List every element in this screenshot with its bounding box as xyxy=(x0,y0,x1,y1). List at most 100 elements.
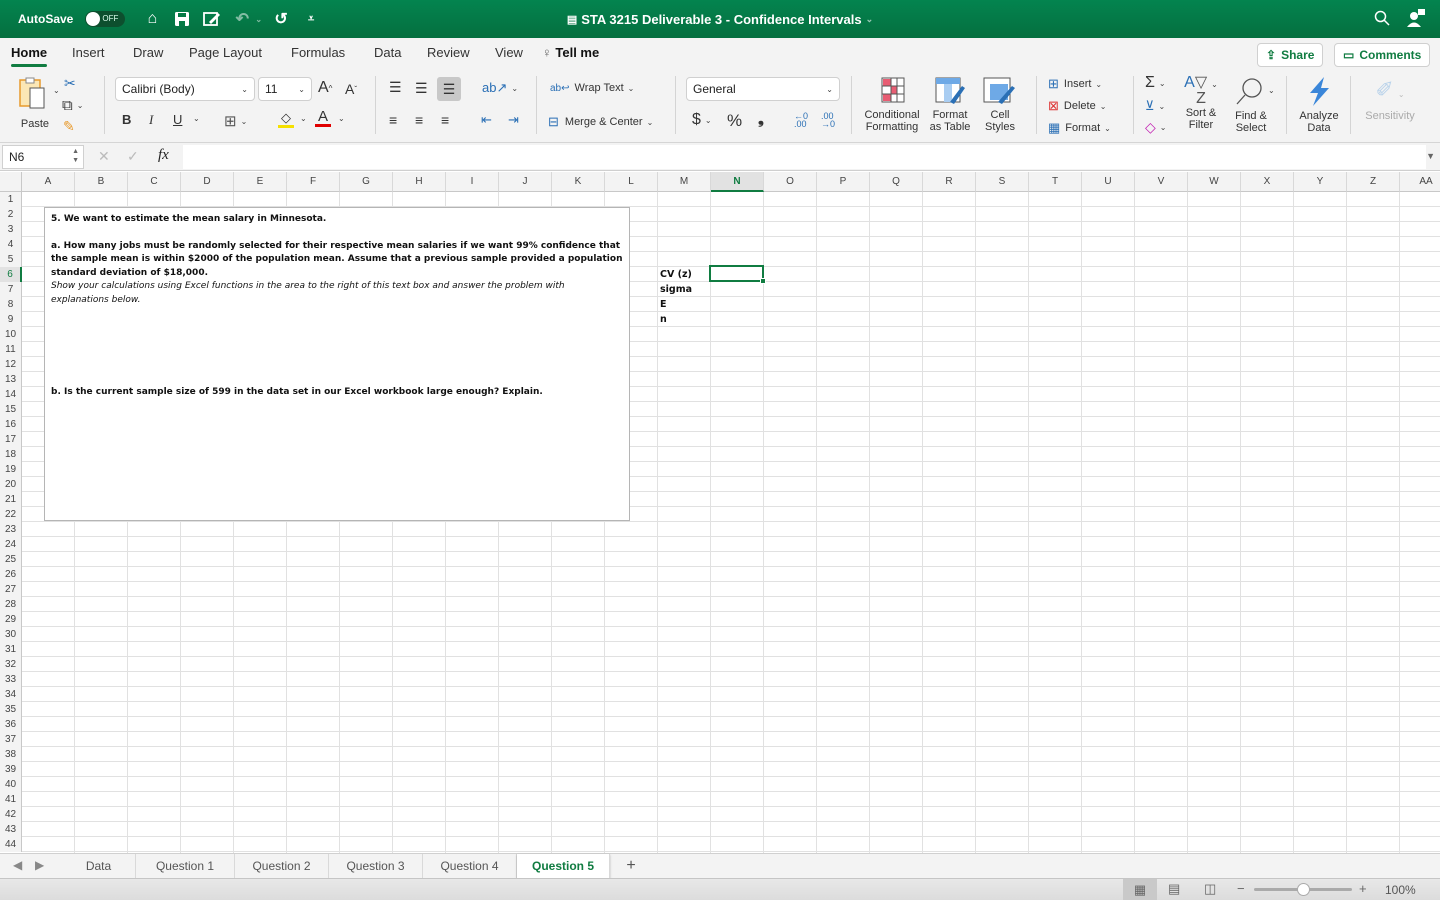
column-header-z[interactable]: Z xyxy=(1347,172,1400,192)
row-header-6[interactable]: 6 xyxy=(0,267,22,282)
format-painter-icon[interactable]: ✎ xyxy=(63,118,75,135)
decrease-indent-icon[interactable]: ⇤ xyxy=(481,112,492,128)
sensitivity-button[interactable]: ✐ ⌄ Sensitivity xyxy=(1358,76,1422,122)
row-header-10[interactable]: 10 xyxy=(0,327,22,342)
row-header-24[interactable]: 24 xyxy=(0,537,22,552)
row-header-23[interactable]: 23 xyxy=(0,522,22,537)
paste-dropdown-icon[interactable]: ⌄ xyxy=(49,86,60,95)
row-header-16[interactable]: 16 xyxy=(0,417,22,432)
format-cells-button[interactable]: ▦ Format ⌄ xyxy=(1048,120,1111,136)
column-header-a[interactable]: A xyxy=(22,172,75,192)
column-header-e[interactable]: E xyxy=(234,172,287,192)
column-header-y[interactable]: Y xyxy=(1294,172,1347,192)
align-center-icon[interactable]: ≡ xyxy=(415,112,423,128)
column-header-m[interactable]: M xyxy=(658,172,711,192)
clear-icon[interactable]: ◇ ⌄ xyxy=(1145,119,1166,136)
row-header-41[interactable]: 41 xyxy=(0,792,22,807)
account-icon[interactable] xyxy=(1406,8,1426,33)
align-left-icon[interactable]: ≡ xyxy=(389,112,397,128)
row-header-18[interactable]: 18 xyxy=(0,447,22,462)
underline-dropdown-icon[interactable]: ⌄ xyxy=(189,114,200,123)
insert-cells-button[interactable]: ⊞ Insert ⌄ xyxy=(1048,76,1102,92)
share-button[interactable]: ⇪ Share xyxy=(1257,43,1323,67)
zoom-slider-thumb[interactable] xyxy=(1297,883,1310,896)
column-header-c[interactable]: C xyxy=(128,172,181,192)
increase-decimal-icon[interactable]: ←0.00 xyxy=(794,112,808,129)
italic-button[interactable]: I xyxy=(149,112,153,128)
cut-icon[interactable]: ✂ xyxy=(64,75,76,92)
currency-format-button[interactable]: $ ⌄ xyxy=(692,111,712,129)
row-header-12[interactable]: 12 xyxy=(0,357,22,372)
column-header-aa[interactable]: AA xyxy=(1400,172,1440,192)
row-header-37[interactable]: 37 xyxy=(0,732,22,747)
row-header-33[interactable]: 33 xyxy=(0,672,22,687)
sheet-tab-question-1[interactable]: Question 1 xyxy=(136,854,235,878)
next-sheet-icon[interactable]: ▶ xyxy=(35,858,44,872)
column-header-p[interactable]: P xyxy=(817,172,870,192)
column-header-g[interactable]: G xyxy=(340,172,393,192)
row-header-35[interactable]: 35 xyxy=(0,702,22,717)
row-header-20[interactable]: 20 xyxy=(0,477,22,492)
row-header-38[interactable]: 38 xyxy=(0,747,22,762)
find-dropdown-icon[interactable]: ⌄ xyxy=(1264,86,1275,95)
align-right-icon[interactable]: ≡ xyxy=(441,112,449,128)
column-header-l[interactable]: L xyxy=(605,172,658,192)
cell-m8[interactable]: E xyxy=(660,299,667,310)
name-box-stepper-icon[interactable]: ▲ ▼ xyxy=(72,147,79,165)
cancel-formula-icon[interactable]: ✕ xyxy=(98,148,110,165)
tab-insert[interactable]: Insert xyxy=(72,45,105,60)
tell-me-search[interactable]: ♀ Tell me xyxy=(542,45,599,60)
row-header-21[interactable]: 21 xyxy=(0,492,22,507)
zoom-out-button[interactable]: − xyxy=(1237,881,1245,896)
normal-view-icon[interactable]: ▦ xyxy=(1123,879,1157,900)
sheet-tab-question-3[interactable]: Question 3 xyxy=(329,854,423,878)
search-icon[interactable] xyxy=(1374,10,1390,31)
tab-review[interactable]: Review xyxy=(427,45,470,60)
decrease-decimal-icon[interactable]: .00 →0 xyxy=(821,112,835,129)
format-as-table-button[interactable]: Format as Table xyxy=(924,76,976,133)
question-text-box[interactable]: 5. We want to estimate the mean salary i… xyxy=(44,207,630,521)
fill-handle[interactable] xyxy=(760,278,766,284)
row-header-4[interactable]: 4 xyxy=(0,237,22,252)
row-header-13[interactable]: 13 xyxy=(0,372,22,387)
align-middle-icon[interactable]: ☰ xyxy=(415,80,428,97)
tab-page-layout[interactable]: Page Layout xyxy=(189,45,262,60)
font-color-button[interactable]: A xyxy=(315,109,331,127)
column-header-t[interactable]: T xyxy=(1029,172,1082,192)
tab-data[interactable]: Data xyxy=(374,45,401,60)
sheet-tab-data[interactable]: Data xyxy=(62,854,136,878)
row-header-14[interactable]: 14 xyxy=(0,387,22,402)
row-header-19[interactable]: 19 xyxy=(0,462,22,477)
autosum-icon[interactable]: Σ ⌄ xyxy=(1145,74,1166,92)
fill-icon[interactable]: ⊻ ⌄ xyxy=(1145,98,1165,114)
borders-icon[interactable]: ⊞ ⌄ xyxy=(224,112,247,130)
column-header-u[interactable]: U xyxy=(1082,172,1135,192)
column-header-s[interactable]: S xyxy=(976,172,1029,192)
column-header-o[interactable]: O xyxy=(764,172,817,192)
column-header-w[interactable]: W xyxy=(1188,172,1241,192)
row-header-22[interactable]: 22 xyxy=(0,507,22,522)
increase-indent-icon[interactable]: ⇥ xyxy=(508,112,519,128)
column-header-h[interactable]: H xyxy=(393,172,446,192)
row-header-8[interactable]: 8 xyxy=(0,297,22,312)
percent-format-button[interactable]: % xyxy=(727,111,742,131)
tab-home[interactable]: Home xyxy=(11,45,48,67)
column-header-x[interactable]: X xyxy=(1241,172,1294,192)
row-header-34[interactable]: 34 xyxy=(0,687,22,702)
tab-view[interactable]: View xyxy=(495,45,523,60)
row-header-40[interactable]: 40 xyxy=(0,777,22,792)
sheet-tab-question-5[interactable]: Question 5 xyxy=(517,854,610,878)
comments-button[interactable]: ▭ Comments xyxy=(1334,43,1430,67)
orientation-icon[interactable]: ab↗ ⌄ xyxy=(482,80,518,96)
row-header-43[interactable]: 43 xyxy=(0,822,22,837)
increase-font-size-icon[interactable]: A ^ xyxy=(318,79,332,97)
paste-button[interactable]: Paste xyxy=(14,76,56,130)
cell-m7[interactable]: sigma xyxy=(660,284,692,295)
spreadsheet-grid[interactable]: A B C D E F G H I J K L M N O P Q R S T U V W X Y Z AA 1 2 3 4 5 6 7 8 9 10 1… xyxy=(0,172,1440,853)
column-header-k[interactable]: K xyxy=(552,172,605,192)
row-header-7[interactable]: 7 xyxy=(0,282,22,297)
tab-formulas[interactable]: Formulas xyxy=(291,45,345,60)
find-select-button[interactable]: Find & Select xyxy=(1228,76,1274,134)
formula-input[interactable] xyxy=(183,145,1426,169)
row-header-36[interactable]: 36 xyxy=(0,717,22,732)
